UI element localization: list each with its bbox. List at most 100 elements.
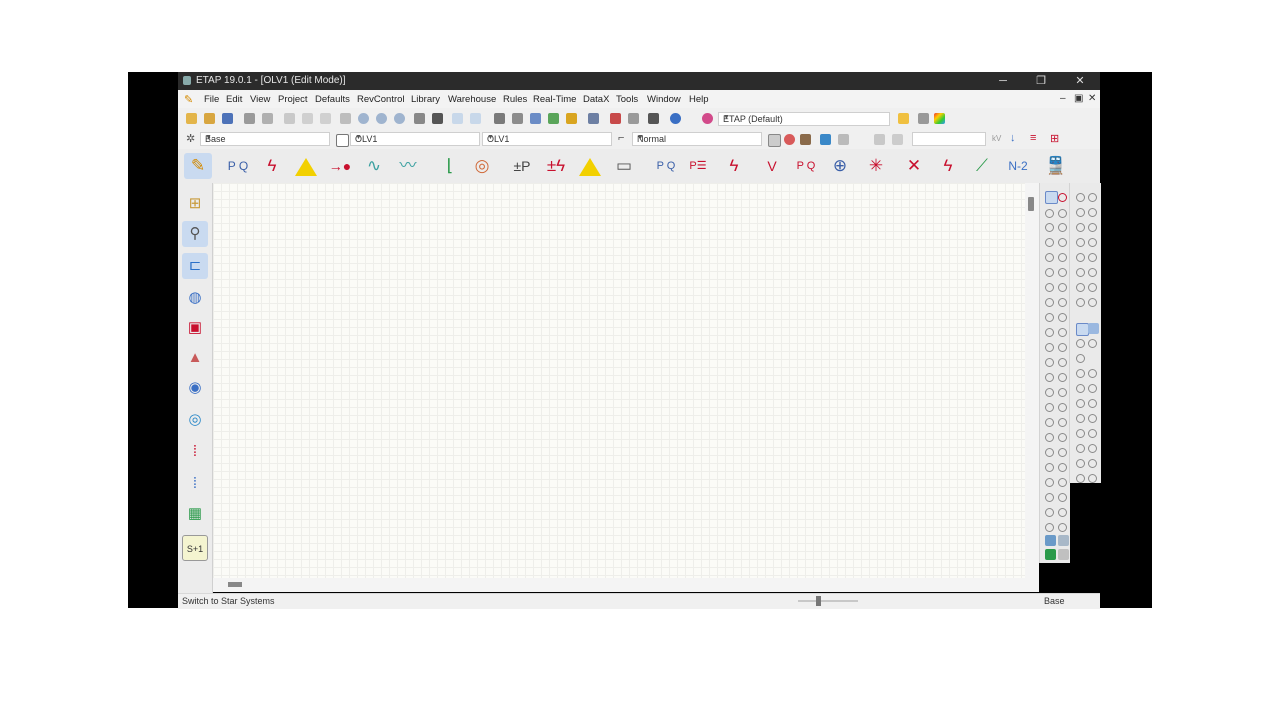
element-12-icon[interactable] bbox=[1088, 268, 1097, 277]
menu-warehouse[interactable]: Warehouse bbox=[448, 94, 496, 105]
charger-icon[interactable] bbox=[1058, 388, 1067, 397]
bus-icon[interactable]: ≡ bbox=[1030, 132, 1036, 144]
scroll-thumb[interactable] bbox=[1028, 197, 1034, 211]
element-13-icon[interactable] bbox=[1076, 283, 1085, 292]
bus-duct-icon[interactable] bbox=[1045, 523, 1054, 532]
star-systems-icon[interactable]: ⊏ bbox=[182, 253, 208, 279]
train-icon[interactable]: 🚆 bbox=[1042, 153, 1070, 179]
ups-icon[interactable] bbox=[1058, 373, 1067, 382]
study-mode-select[interactable]: Normal ▼ bbox=[632, 132, 762, 146]
element-05-icon[interactable] bbox=[1076, 223, 1085, 232]
auto-build-icon[interactable] bbox=[432, 113, 443, 124]
phase-adapter-icon[interactable] bbox=[1058, 523, 1067, 532]
sld-button[interactable]: S+1 bbox=[182, 535, 208, 561]
element-19-icon[interactable] bbox=[1076, 354, 1085, 363]
text-edit-icon[interactable] bbox=[512, 113, 523, 124]
pen-icon[interactable] bbox=[874, 134, 885, 145]
menu-revcontrol[interactable]: RevControl bbox=[357, 94, 405, 105]
optimal-power-flow-icon[interactable]: ±P bbox=[508, 153, 536, 179]
reliability-icon[interactable]: ±ϟ bbox=[542, 153, 570, 179]
composite-network-icon[interactable] bbox=[1045, 463, 1054, 472]
fuse-icon[interactable] bbox=[1045, 298, 1054, 307]
zoom-slider[interactable] bbox=[798, 596, 858, 606]
arc-flash-icon[interactable] bbox=[292, 153, 320, 179]
element-25-icon[interactable] bbox=[1088, 399, 1097, 408]
short-circuit-icon[interactable]: ϟ bbox=[258, 153, 286, 179]
capacitor-icon[interactable] bbox=[1045, 343, 1054, 352]
pan-icon[interactable] bbox=[340, 113, 351, 124]
menu-help[interactable]: Help bbox=[689, 94, 709, 105]
cable-ampacity-icon[interactable]: ◎ bbox=[468, 153, 496, 179]
element-08-icon[interactable] bbox=[1088, 238, 1097, 247]
svc-icon[interactable] bbox=[1045, 508, 1054, 517]
contingency-analysis-icon[interactable]: P Q bbox=[792, 153, 820, 179]
protective-device-icon[interactable]: ⌊ bbox=[436, 153, 464, 179]
line-icon[interactable] bbox=[1058, 238, 1067, 247]
restore-button[interactable]: ❐ bbox=[1026, 73, 1056, 89]
color-theme-icon[interactable] bbox=[898, 113, 909, 124]
check-continuity-icon[interactable] bbox=[548, 113, 559, 124]
mdi-minimize-button[interactable]: – bbox=[1060, 93, 1066, 104]
power-grid-icon[interactable] bbox=[1045, 268, 1054, 277]
grid-element-icon[interactable] bbox=[1058, 549, 1069, 560]
element-03-icon[interactable] bbox=[1076, 208, 1085, 217]
element-34-icon[interactable] bbox=[1076, 474, 1085, 483]
surge-arrester-icon[interactable] bbox=[1058, 358, 1067, 367]
switching-icon[interactable]: ✳ bbox=[862, 153, 890, 179]
control-circuit-icon[interactable]: ⁞ bbox=[182, 439, 208, 465]
n2-contingency-button[interactable]: N-2 bbox=[1004, 153, 1032, 179]
composite-motor-icon[interactable] bbox=[1058, 463, 1067, 472]
zoom-in-icon[interactable] bbox=[358, 113, 369, 124]
inverter-icon[interactable] bbox=[1045, 403, 1054, 412]
menu-edit[interactable]: Edit bbox=[226, 94, 242, 105]
pt-icon[interactable] bbox=[1045, 328, 1054, 337]
battery-icon[interactable]: ▭ bbox=[610, 153, 638, 179]
edit-mode-icon[interactable]: ✎ bbox=[184, 153, 212, 179]
zoom-fit-icon[interactable] bbox=[394, 113, 405, 124]
dc-systems-icon[interactable]: ⁞ bbox=[182, 471, 208, 497]
revision-select[interactable]: OLV1 ▼ bbox=[482, 132, 612, 146]
recloser-icon[interactable] bbox=[1058, 448, 1067, 457]
ground-grid-systems-icon[interactable]: ◍ bbox=[182, 285, 208, 311]
line-style-icon[interactable] bbox=[918, 113, 929, 124]
element-06-icon[interactable] bbox=[1088, 223, 1097, 232]
menu-file[interactable]: File bbox=[204, 94, 219, 105]
grid-icon[interactable] bbox=[530, 113, 541, 124]
element-09-icon[interactable] bbox=[1076, 253, 1085, 262]
color-icon[interactable] bbox=[784, 134, 795, 145]
map-icon[interactable]: ▦ bbox=[182, 501, 208, 527]
element-11-icon[interactable] bbox=[1076, 268, 1085, 277]
filter-icon[interactable] bbox=[1058, 343, 1067, 352]
branch-icon[interactable]: ⊞ bbox=[1050, 132, 1059, 145]
contactor-icon[interactable] bbox=[1045, 433, 1054, 442]
redo-icon[interactable] bbox=[470, 113, 481, 124]
one-line-icon[interactable]: ⚲ bbox=[182, 221, 208, 247]
element-04-icon[interactable] bbox=[1088, 208, 1097, 217]
paste-icon[interactable] bbox=[320, 113, 331, 124]
shunt-icon[interactable] bbox=[1058, 493, 1067, 502]
menu-view[interactable]: View bbox=[250, 94, 270, 105]
element-10-icon[interactable] bbox=[1088, 253, 1097, 262]
element-26-icon[interactable] bbox=[1076, 414, 1085, 423]
voltage-stability-icon[interactable]: V bbox=[758, 153, 786, 179]
dc-arc-flash-icon[interactable] bbox=[576, 153, 604, 179]
transient-stability-icon[interactable]: 〰 bbox=[394, 153, 422, 179]
mov-icon[interactable] bbox=[1045, 493, 1054, 502]
mdi-close-button[interactable]: ✕ bbox=[1088, 93, 1096, 104]
vfd-icon[interactable] bbox=[1045, 388, 1054, 397]
element-35-icon[interactable] bbox=[1088, 474, 1097, 483]
green-element-icon[interactable] bbox=[1045, 549, 1056, 560]
transformer-3w-icon[interactable] bbox=[1058, 223, 1067, 232]
generator-icon[interactable] bbox=[1058, 268, 1067, 277]
element-14-icon[interactable] bbox=[1088, 283, 1097, 292]
ct-icon[interactable] bbox=[1058, 313, 1067, 322]
minimize-button[interactable]: ─ bbox=[988, 73, 1018, 89]
bus-element-icon[interactable] bbox=[1045, 209, 1054, 218]
node-icon[interactable] bbox=[1058, 209, 1067, 218]
undo-icon[interactable] bbox=[452, 113, 463, 124]
presentation-select[interactable]: Base ▼ bbox=[200, 132, 330, 146]
break-icon[interactable]: ✕ bbox=[900, 153, 928, 179]
load-flow-icon[interactable]: P Q bbox=[224, 153, 252, 179]
copy-icon[interactable] bbox=[302, 113, 313, 124]
theme-select[interactable]: ETAP (Default) ▼ bbox=[718, 112, 890, 126]
